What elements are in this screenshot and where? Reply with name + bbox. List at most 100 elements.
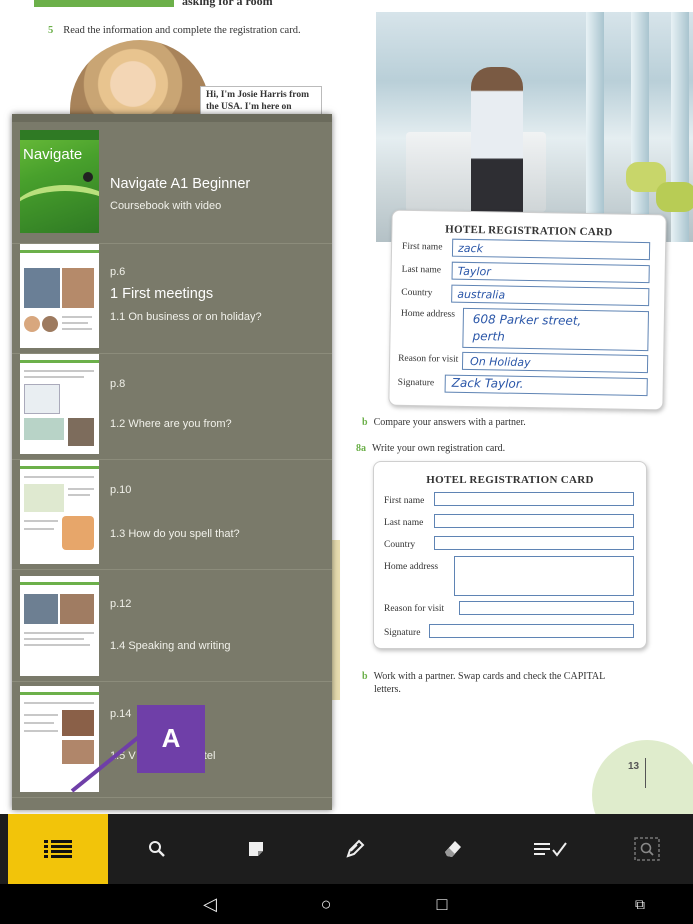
hotel-lobby-photo xyxy=(376,12,693,242)
exercise-number: 8a xyxy=(356,443,366,454)
filled-registration-card: HOTEL REGISTRATION CARD First name zack … xyxy=(388,209,667,411)
thumb-header xyxy=(20,354,99,363)
page-thumbnail xyxy=(20,354,99,454)
thumb-header xyxy=(20,460,99,469)
recents-button[interactable]: □ xyxy=(422,892,462,916)
thumb-table xyxy=(24,384,60,414)
toc-item-1-1[interactable]: p.6 1 First meetings 1.1 On business or … xyxy=(12,244,332,354)
table-of-contents-button[interactable] xyxy=(8,814,108,884)
app-screen: asking for a room 5 Read the information … xyxy=(0,0,693,924)
thumb-header xyxy=(20,576,99,585)
back-icon: ◁ xyxy=(203,893,217,914)
lobby-column xyxy=(586,12,604,242)
toc-unit-title: 1 First meetings xyxy=(110,286,214,302)
annotation-label-box: A xyxy=(137,705,205,773)
toc-item-1-2[interactable]: p.8 1.2 Where are you from? xyxy=(12,354,332,460)
page-thumbnail xyxy=(20,460,99,564)
thumb-photo xyxy=(60,594,94,624)
card-field-country[interactable] xyxy=(434,536,634,550)
card-label-first-name: First name xyxy=(401,241,443,253)
thumb-text-line xyxy=(24,714,58,716)
cover-level-badge xyxy=(83,172,93,182)
eraser-icon xyxy=(445,841,461,857)
thumb-text-line xyxy=(24,520,58,522)
card-field-last-name[interactable] xyxy=(434,514,634,528)
checklist-button[interactable] xyxy=(510,814,592,884)
card-label-reason: Reason for visit xyxy=(398,353,459,365)
lobby-chair xyxy=(656,182,693,212)
card-label-last-name: Last name xyxy=(384,518,424,528)
toc-page-number: p.8 xyxy=(110,378,126,390)
android-navigation-bar: ◁ ○ □ ⧉ xyxy=(0,884,693,924)
thumb-map xyxy=(24,418,64,440)
page-thumbnail xyxy=(20,576,99,676)
recents-icon: □ xyxy=(436,893,448,914)
thumb-text-line xyxy=(62,328,92,330)
card-value-country: australia xyxy=(457,287,506,302)
exercise-b-compare: b Compare your answers with a partner. xyxy=(362,417,526,428)
thumb-illustration xyxy=(62,516,94,550)
exercise-text: Read the information and complete the re… xyxy=(63,25,301,36)
exercise-number: b xyxy=(362,671,368,682)
toc-item-1-3[interactable]: p.10 1.3 How do you spell that? xyxy=(12,460,332,570)
cover-logo: Navigate xyxy=(23,146,83,163)
toc-lesson-title: 1.4 Speaking and writing xyxy=(110,640,231,652)
thumb-text-line xyxy=(24,632,94,634)
page-number-divider xyxy=(645,758,646,788)
card-field-home-address[interactable] xyxy=(454,556,634,596)
thumb-photo xyxy=(62,740,94,764)
card-title: HOTEL REGISTRATION CARD xyxy=(445,223,613,239)
lobby-column xyxy=(631,12,649,242)
toc-page-number: p.6 xyxy=(110,266,126,278)
note-icon xyxy=(249,842,263,856)
bottom-toolbar xyxy=(0,814,693,884)
card-value-reason: On Holiday xyxy=(469,355,531,370)
screenshot-icon: ⧉ xyxy=(635,895,645,912)
card-label-first-name: First name xyxy=(384,496,425,506)
empty-registration-card: HOTEL REGISTRATION CARD First name Last … xyxy=(373,461,647,649)
guest-figure xyxy=(471,67,523,232)
toc-book-row[interactable]: Navigate Navigate A1 Beginner Coursebook… xyxy=(12,114,332,244)
card-value-last-name: Taylor xyxy=(457,264,491,279)
zoom-region-button[interactable] xyxy=(606,814,688,884)
card-label-signature: Signature xyxy=(384,628,421,638)
cover-swirl xyxy=(20,185,99,233)
thumb-text-line xyxy=(62,316,92,318)
pen-icon xyxy=(346,839,365,858)
cover-top-band xyxy=(20,130,99,140)
thumb-photo xyxy=(62,710,94,736)
thumb-text-line xyxy=(24,528,54,530)
card-field-first-name[interactable] xyxy=(434,492,634,506)
card-field-reason[interactable] xyxy=(459,601,634,615)
note-button[interactable] xyxy=(215,814,297,884)
thumb-photo xyxy=(62,268,94,308)
annotation-label: A xyxy=(161,723,181,753)
card-label-country: Country xyxy=(401,287,433,299)
thumb-photo xyxy=(68,418,94,446)
card-value-address-line2: perth xyxy=(472,329,505,344)
card-field-signature[interactable] xyxy=(429,624,634,638)
toc-page-number: p.14 xyxy=(110,708,132,720)
toc-item-1-4[interactable]: p.12 1.4 Speaking and writing xyxy=(12,570,332,682)
section-banner xyxy=(34,0,174,7)
pen-button[interactable] xyxy=(314,814,396,884)
exercise-text: Work with a partner. Swap cards and chec… xyxy=(373,671,606,682)
back-button[interactable]: ◁ xyxy=(190,892,230,916)
table-of-contents-icon xyxy=(44,840,72,858)
thumb-box xyxy=(24,484,64,512)
card-value-first-name: zack xyxy=(457,241,484,256)
home-button[interactable]: ○ xyxy=(306,892,346,916)
card-label-home-address: Home address xyxy=(384,562,439,572)
thumb-text-line xyxy=(62,322,88,324)
screenshot-button[interactable]: ⧉ xyxy=(620,892,660,916)
search-button[interactable] xyxy=(116,814,198,884)
card-label-country: Country xyxy=(384,540,416,550)
exercise-text: Write your own registration card. xyxy=(372,443,506,454)
eraser-button[interactable] xyxy=(412,814,494,884)
book-title: Navigate A1 Beginner xyxy=(110,176,251,192)
exercise-number: 5 xyxy=(48,25,54,36)
thumb-text-line xyxy=(24,476,94,478)
book-cover-thumbnail: Navigate xyxy=(20,130,99,233)
toc-lesson-title: 1.2 Where are you from? xyxy=(110,418,232,430)
thumb-text-line xyxy=(24,702,94,704)
